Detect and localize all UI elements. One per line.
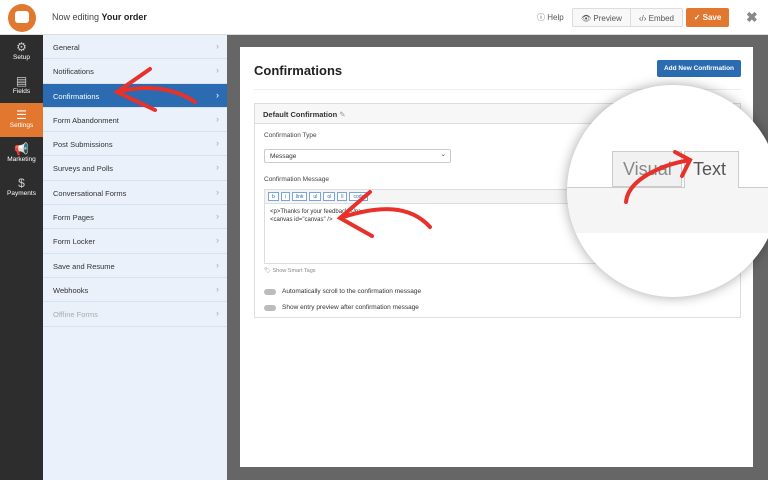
arrow-text-tab	[624, 150, 693, 204]
arrow-code	[336, 190, 432, 238]
arrow-confirmations	[113, 67, 197, 112]
annotation-arrows	[113, 67, 693, 238]
